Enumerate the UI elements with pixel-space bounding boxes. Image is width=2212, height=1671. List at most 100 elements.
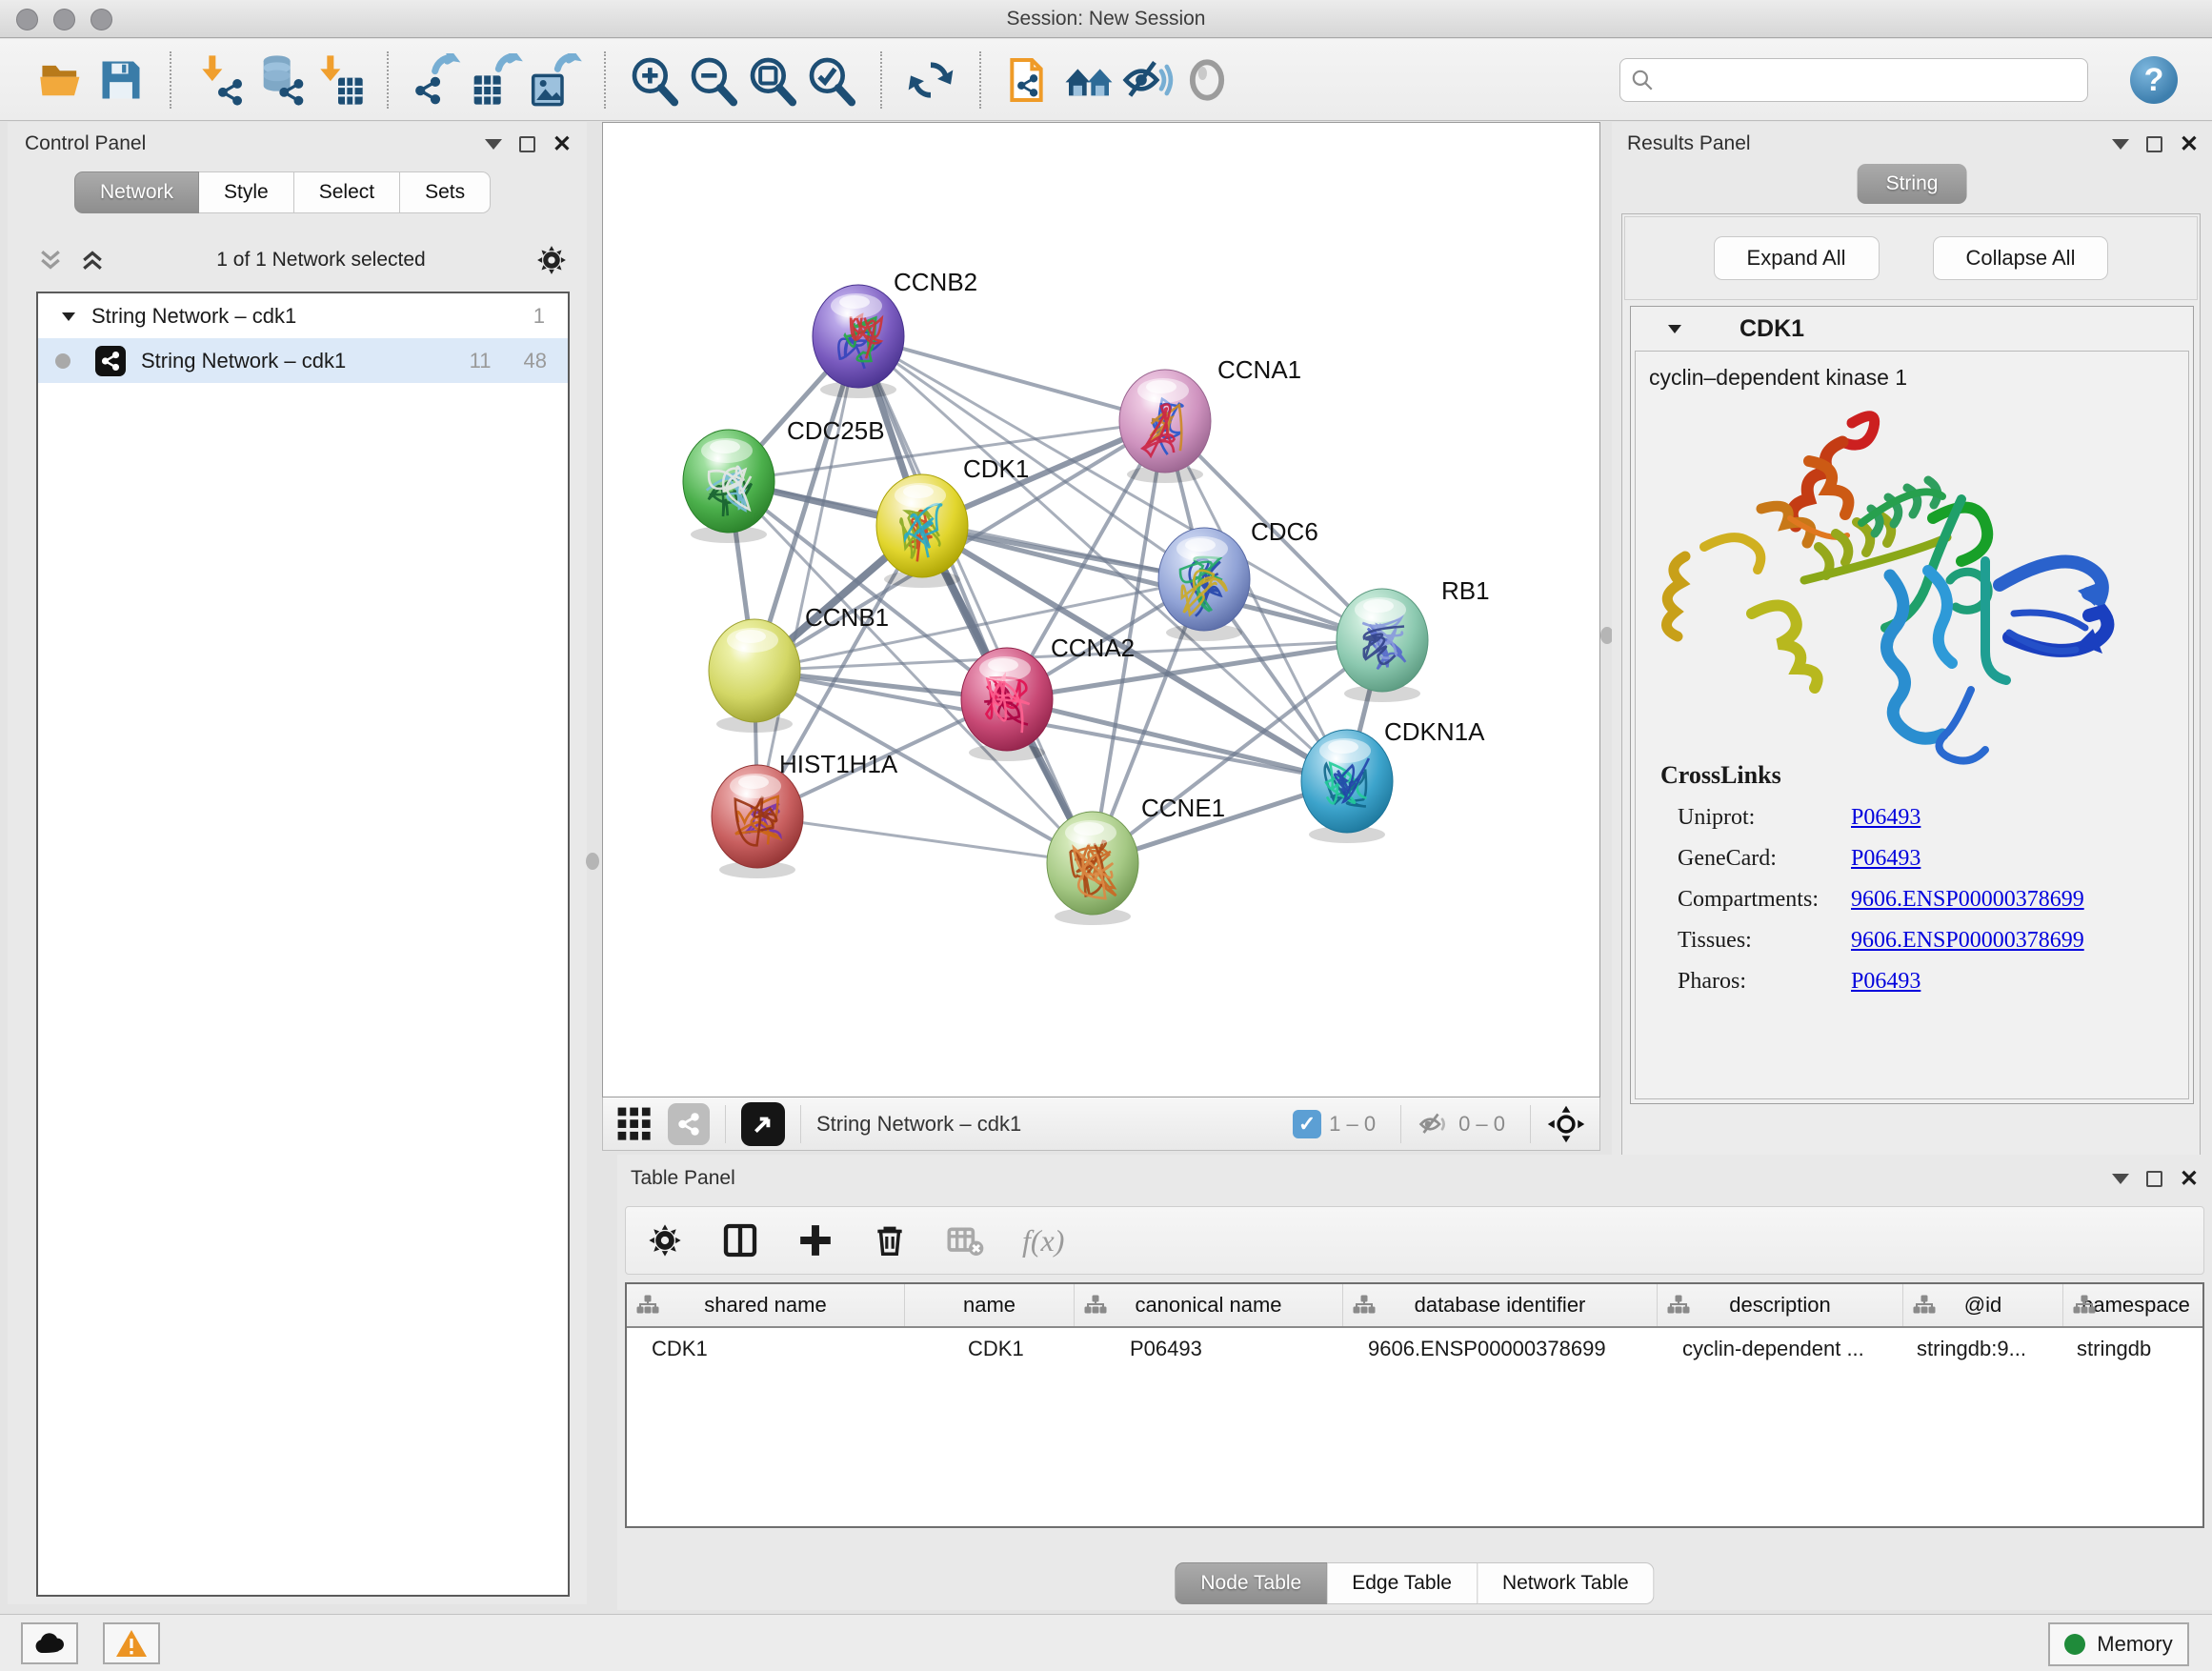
network-label: String Network – cdk1 xyxy=(141,349,470,373)
column-header-id[interactable]: @id xyxy=(1903,1284,2063,1326)
node-label-RB1: RB1 xyxy=(1441,576,1490,605)
tab-node-table[interactable]: Node Table xyxy=(1175,1562,1327,1604)
tab-select[interactable]: Select xyxy=(294,171,400,213)
panel-float-icon[interactable] xyxy=(519,136,535,152)
cell-shared-name[interactable]: CDK1 xyxy=(627,1328,905,1370)
crosslink-label: Pharos: xyxy=(1660,969,1851,995)
cell-namespace[interactable]: stringdb xyxy=(2063,1328,2204,1370)
help-icon[interactable]: ? xyxy=(2130,56,2178,104)
hide-unhide-icon[interactable] xyxy=(1118,50,1177,110)
network-node-CCNA1[interactable] xyxy=(1119,370,1211,483)
column-header-canonical-name[interactable]: canonical name xyxy=(1075,1284,1343,1326)
collapse-all-networks-icon[interactable] xyxy=(78,246,107,274)
collection-expand-icon[interactable] xyxy=(59,307,78,326)
network-tree: String Network – cdk1 1 String Network –… xyxy=(36,292,570,1597)
cloud-status-button[interactable] xyxy=(21,1622,78,1664)
network-node-CCNE1[interactable] xyxy=(1047,812,1138,925)
zoom-in-icon[interactable] xyxy=(625,50,684,110)
delete-column-trash-icon[interactable] xyxy=(872,1222,908,1258)
network-node-HIST1H1A[interactable] xyxy=(712,765,803,878)
tab-edge-table[interactable]: Edge Table xyxy=(1327,1562,1478,1604)
tab-network-table[interactable]: Network Table xyxy=(1478,1562,1655,1604)
tab-sets[interactable]: Sets xyxy=(400,171,491,213)
panel-float-icon[interactable] xyxy=(2146,1171,2162,1187)
cell-description[interactable]: cyclin-dependent ... xyxy=(1658,1328,1903,1370)
network-options-gear-icon[interactable] xyxy=(535,244,568,276)
panel-close-icon[interactable]: ✕ xyxy=(2180,1171,2199,1187)
network-view-title: String Network – cdk1 xyxy=(816,1112,1021,1137)
cell-database-identifier[interactable]: 9606.ENSP00000378699 xyxy=(1343,1328,1658,1370)
panel-menu-icon[interactable] xyxy=(2112,139,2129,150)
zoom-fit-icon[interactable] xyxy=(743,50,802,110)
cell-canonical-name[interactable]: P06493 xyxy=(1075,1328,1343,1370)
splitter-handle[interactable] xyxy=(586,853,599,870)
memory-status-dot xyxy=(2064,1634,2085,1655)
table-options-gear-icon[interactable] xyxy=(647,1222,683,1258)
fit-content-crosshair-icon[interactable] xyxy=(1546,1104,1586,1144)
expand-all-networks-icon[interactable] xyxy=(36,246,65,274)
cell-name[interactable]: CDK1 xyxy=(905,1328,1075,1370)
memory-button[interactable]: Memory xyxy=(2048,1622,2189,1666)
export-image-icon[interactable] xyxy=(526,50,585,110)
column-header-shared-name[interactable]: shared name xyxy=(627,1284,905,1326)
table-row[interactable]: CDK1 CDK1 P06493 9606.ENSP00000378699 cy… xyxy=(627,1328,2202,1370)
crosslink-compartments-link[interactable]: 9606.ENSP00000378699 xyxy=(1851,887,2084,913)
card-collapse-icon[interactable] xyxy=(1665,319,1684,338)
node-label-CCNA1: CCNA1 xyxy=(1217,355,1301,384)
warnings-button[interactable] xyxy=(103,1622,160,1664)
network-canvas[interactable]: CCNB2CCNA1CDC25BCDK1CDC6RB1CCNB1CCNA2CDK… xyxy=(602,122,1600,1097)
network-node-CCNB1[interactable] xyxy=(709,619,800,733)
tab-network[interactable]: Network xyxy=(74,171,199,213)
import-network-database-icon[interactable] xyxy=(250,50,309,110)
tab-style[interactable]: Style xyxy=(199,171,294,213)
zoom-selected-icon[interactable] xyxy=(802,50,861,110)
crosslink-uniprot-link[interactable]: P06493 xyxy=(1851,805,1920,831)
zoom-out-icon[interactable] xyxy=(684,50,743,110)
network-row-selected[interactable]: String Network – cdk1 11 48 xyxy=(38,338,568,383)
panel-float-icon[interactable] xyxy=(2146,136,2162,152)
column-header-database-identifier[interactable]: database identifier xyxy=(1343,1284,1658,1326)
panel-close-icon[interactable]: ✕ xyxy=(2180,136,2199,152)
export-table-icon[interactable] xyxy=(467,50,526,110)
crosslink-genecard-link[interactable]: P06493 xyxy=(1851,846,1920,872)
panel-menu-icon[interactable] xyxy=(485,139,502,150)
column-header-name[interactable]: name xyxy=(905,1284,1075,1326)
table-panel: Table Panel ✕ f(x) shared name name cano… xyxy=(617,1155,2212,1610)
network-node-CDKN1A[interactable] xyxy=(1301,730,1393,843)
network-node-CDC25B[interactable] xyxy=(683,430,774,543)
export-network-icon[interactable] xyxy=(408,50,467,110)
search-input[interactable] xyxy=(1655,70,2064,91)
expand-all-button[interactable]: Expand All xyxy=(1714,236,1880,280)
status-bar: Memory xyxy=(0,1614,2212,1671)
collapse-all-button[interactable]: Collapse All xyxy=(1933,236,2109,280)
column-type-icon xyxy=(2073,1294,2096,1317)
import-network-file-icon[interactable] xyxy=(191,50,250,110)
save-session-icon[interactable] xyxy=(91,50,151,110)
column-header-namespace[interactable]: namespace xyxy=(2063,1284,2204,1326)
detach-view-share-icon[interactable] xyxy=(668,1103,710,1145)
crosslink-pharos-link[interactable]: P06493 xyxy=(1851,969,1920,995)
network-node-RB1[interactable] xyxy=(1337,589,1428,702)
import-table-file-icon[interactable] xyxy=(309,50,368,110)
panel-close-icon[interactable]: ✕ xyxy=(553,136,572,152)
grid-view-icon[interactable] xyxy=(616,1106,653,1142)
highlight-eye-icon[interactable] xyxy=(1177,50,1237,110)
selected-nodes-checkbox[interactable]: ✓ xyxy=(1293,1110,1321,1138)
share-network-file-icon[interactable] xyxy=(1000,50,1059,110)
column-header-description[interactable]: description xyxy=(1658,1284,1903,1326)
show-columns-icon[interactable] xyxy=(721,1221,759,1259)
toolbar-separator xyxy=(1530,1105,1531,1143)
network-collection-row[interactable]: String Network – cdk1 1 xyxy=(38,293,568,338)
node-label-CDK1: CDK1 xyxy=(963,454,1029,483)
network-node-CCNB2[interactable] xyxy=(813,285,904,398)
refresh-layout-icon[interactable] xyxy=(901,50,960,110)
create-column-plus-icon[interactable] xyxy=(797,1222,834,1258)
protein-structure-image xyxy=(1647,394,2181,775)
open-session-icon[interactable] xyxy=(32,50,91,110)
tab-string[interactable]: String xyxy=(1858,164,1967,204)
panel-menu-icon[interactable] xyxy=(2112,1174,2129,1184)
crosslink-tissues-link[interactable]: 9606.ENSP00000378699 xyxy=(1851,928,2084,954)
birdseye-view-icon[interactable] xyxy=(741,1102,785,1146)
cell-id[interactable]: stringdb:9... xyxy=(1903,1328,2063,1370)
string-home-icon[interactable] xyxy=(1059,50,1118,110)
